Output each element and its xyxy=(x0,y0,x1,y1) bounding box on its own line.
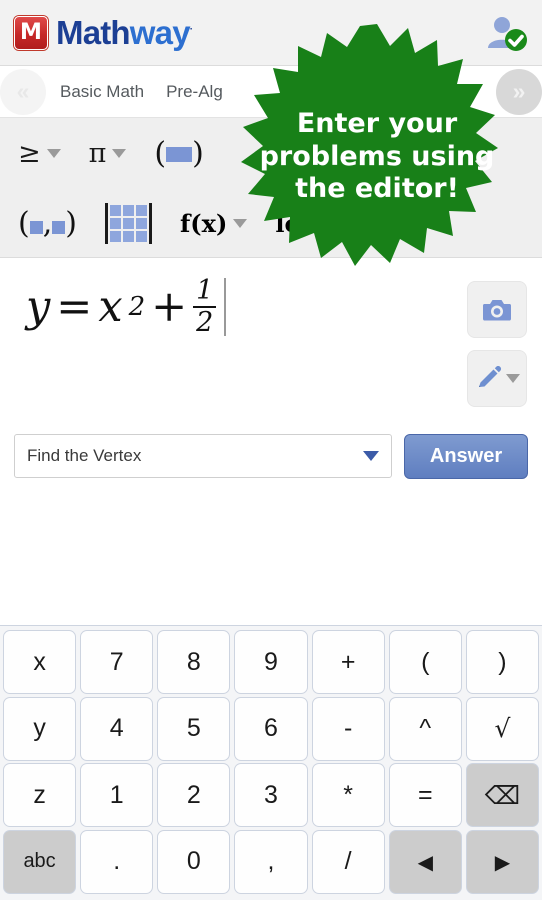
key-8[interactable]: 8 xyxy=(157,630,231,694)
callout-line-1: Enter your xyxy=(296,107,458,139)
tab-basic-math[interactable]: Basic Math xyxy=(60,82,144,102)
fraction-denominator: 2 xyxy=(196,306,214,338)
matrix-grid-icon xyxy=(104,202,152,244)
placeholder-box-icon xyxy=(166,147,193,162)
math-expression[interactable]: y = x2 + 1 2 xyxy=(26,275,227,338)
problem-type-value: Find the Vertex xyxy=(27,446,142,465)
toolbar-parenthesis-button[interactable]: () xyxy=(146,136,211,171)
callout-line-3: the editor! xyxy=(295,173,459,205)
key-9[interactable]: 9 xyxy=(234,630,308,694)
key-arrow-right-icon[interactable]: ▶ xyxy=(465,829,539,894)
matrix-icon xyxy=(104,202,152,244)
key-7[interactable]: 7 xyxy=(80,630,154,694)
key-comma[interactable]: , xyxy=(234,829,308,894)
expression-fraction: 1 2 xyxy=(193,275,217,338)
key-minus[interactable]: - xyxy=(311,696,385,761)
tab-list: Basic Math Pre-Alg xyxy=(46,82,223,102)
expression-exponent: 2 xyxy=(128,291,146,322)
key-z[interactable]: z xyxy=(3,763,77,828)
key-sqrt[interactable]: √ xyxy=(465,696,539,761)
key-1[interactable]: 1 xyxy=(80,763,154,828)
problem-type-select[interactable]: Find the Vertex xyxy=(14,434,392,478)
chevron-down-icon[interactable] xyxy=(363,451,379,461)
brand-logo[interactable]: M Mathway· xyxy=(14,13,193,52)
text-cursor xyxy=(224,277,227,336)
pencil-icon xyxy=(478,365,501,387)
problem-action-row: Find the Vertex Answer xyxy=(0,430,542,482)
toolbar-inequality-button[interactable]: ≥ xyxy=(10,138,69,169)
mathway-app-screen: M Mathway· « Basic Math Pre-Alg » ≥ π (… xyxy=(0,0,542,900)
function-icon: f(x) xyxy=(179,208,228,238)
expression-base: x xyxy=(98,281,123,332)
tab-pre-algebra[interactable]: Pre-Alg xyxy=(166,82,223,102)
pi-icon: π xyxy=(88,137,107,169)
key-5[interactable]: 5 xyxy=(157,696,231,761)
camera-icon xyxy=(482,299,512,320)
key-divide[interactable]: / xyxy=(311,829,385,894)
coordinate-pair-icon: (,) xyxy=(18,205,77,241)
inequality-icon: ≥ xyxy=(18,137,41,169)
key-6[interactable]: 6 xyxy=(234,696,308,761)
key-open-paren[interactable]: ( xyxy=(388,630,462,694)
key-caret[interactable]: ^ xyxy=(388,696,462,761)
toolbar-coordinate-button[interactable]: (,) xyxy=(10,206,85,241)
callout-text: Enter your problems using the editor! xyxy=(232,22,522,292)
brand-word-part1: Math xyxy=(56,13,131,51)
expression-equals: = xyxy=(56,281,93,332)
callout-line-2: problems using xyxy=(259,140,495,172)
expression-lhs: y xyxy=(26,281,51,332)
keyboard-row: x 7 8 9 + ( ) xyxy=(3,630,539,694)
scroll-left-icon[interactable]: « xyxy=(0,68,46,115)
key-backspace-icon[interactable]: ⌫ xyxy=(465,763,539,828)
brand-trademark-icon: · xyxy=(189,23,193,35)
placeholder-box-icon xyxy=(52,220,66,234)
mathway-logo-icon: M xyxy=(14,15,48,50)
draw-button[interactable] xyxy=(467,350,527,407)
answer-button[interactable]: Answer xyxy=(404,433,528,479)
toolbar-pi-button[interactable]: π xyxy=(81,138,135,169)
placeholder-box-icon xyxy=(29,220,43,234)
key-plus[interactable]: + xyxy=(311,630,385,694)
key-close-paren[interactable]: ) xyxy=(465,630,539,694)
key-multiply[interactable]: * xyxy=(311,763,385,828)
key-abc[interactable]: abc xyxy=(3,829,77,894)
parenthesis-box-icon: () xyxy=(154,135,204,171)
fraction-numerator: 1 xyxy=(196,275,214,306)
chevron-down-icon[interactable] xyxy=(112,148,127,158)
keyboard-row: y 4 5 6 - ^ √ xyxy=(3,696,539,761)
keyboard-row: z 1 2 3 * = ⌫ xyxy=(3,763,539,828)
chevron-down-icon[interactable] xyxy=(46,148,61,158)
key-0[interactable]: 0 xyxy=(157,829,231,894)
key-arrow-left-icon[interactable]: ◀ xyxy=(388,829,462,894)
key-period[interactable]: . xyxy=(80,829,154,894)
expression-plus: + xyxy=(151,281,188,332)
brand-word-part2: way xyxy=(129,13,191,51)
math-keyboard: x 7 8 9 + ( ) y 4 5 6 - ^ √ z 1 2 3 * = … xyxy=(0,625,542,900)
toolbar-matrix-button[interactable] xyxy=(97,202,160,244)
chevron-down-icon[interactable] xyxy=(505,374,520,383)
key-equals[interactable]: = xyxy=(388,763,462,828)
key-x[interactable]: x xyxy=(3,630,77,694)
key-2[interactable]: 2 xyxy=(157,763,231,828)
key-3[interactable]: 3 xyxy=(234,763,308,828)
brand-wordmark: Mathway· xyxy=(56,13,193,52)
onboarding-callout[interactable]: Enter your problems using the editor! xyxy=(232,22,522,292)
key-4[interactable]: 4 xyxy=(80,696,154,761)
key-y[interactable]: y xyxy=(3,696,77,761)
keyboard-row: abc . 0 , / ◀ ▶ xyxy=(3,829,539,894)
